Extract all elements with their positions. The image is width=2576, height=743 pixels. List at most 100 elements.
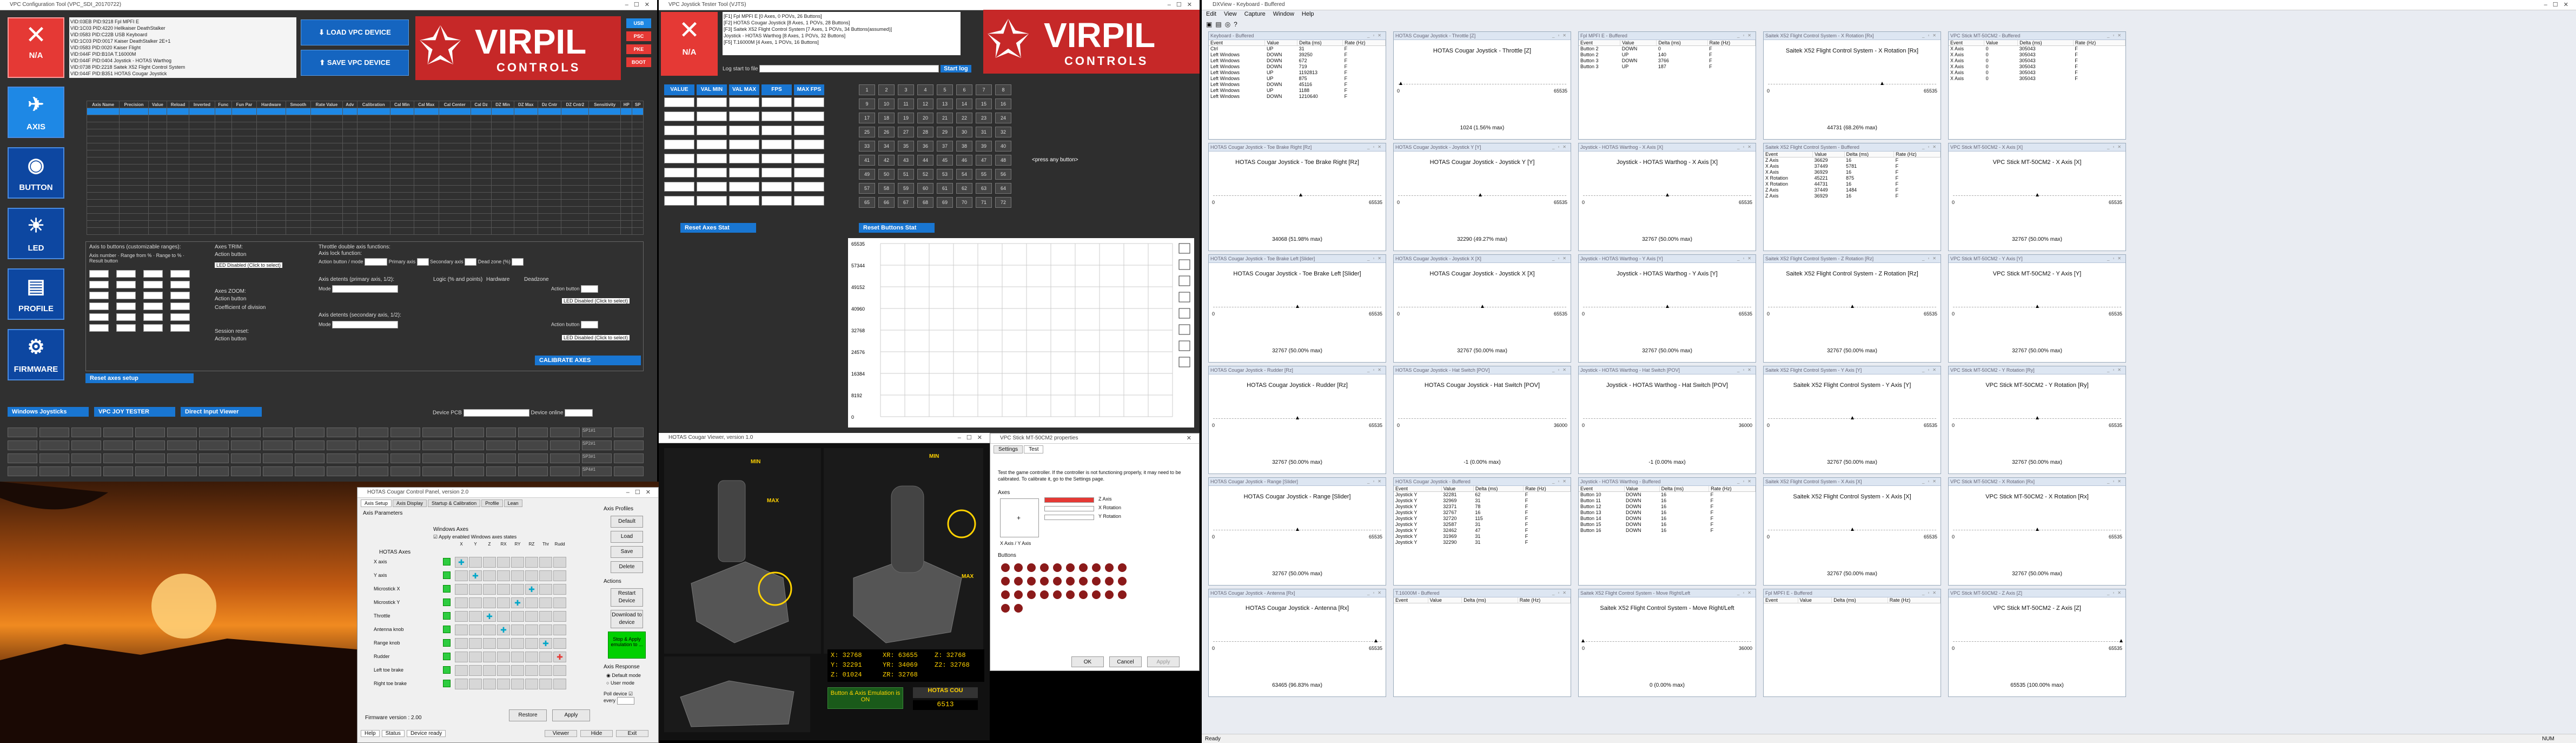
dxview-panel[interactable]: Joystick - HOTAS Warthog - Buffered _▫✕ Ev…: [1578, 477, 1756, 586]
axis-enabled-indicator[interactable]: [443, 585, 451, 593]
axis-map-cell[interactable]: [483, 570, 496, 581]
axis-map-cell[interactable]: [497, 665, 510, 676]
axis-map-cell[interactable]: [455, 584, 468, 595]
tab-profile[interactable]: ▤ PROFILE: [8, 268, 64, 320]
grid-row[interactable]: [86, 192, 644, 200]
axis-map-cell[interactable]: [497, 584, 510, 595]
profile-button-save[interactable]: Save: [611, 546, 643, 558]
grid-row[interactable]: [86, 108, 644, 115]
axis-map-cell[interactable]: [539, 557, 552, 568]
axis-map-cell[interactable]: [455, 638, 468, 649]
panel-tab[interactable]: Startup & Calibration: [428, 499, 481, 507]
range-spinner[interactable]: [170, 303, 190, 310]
axis-map-cell[interactable]: [539, 611, 552, 622]
axis-map-cell[interactable]: [469, 557, 482, 568]
detent-action-field[interactable]: [581, 285, 599, 293]
axis-map-cell[interactable]: [525, 570, 538, 581]
secondary-axis-field[interactable]: [465, 258, 477, 266]
device-list-item[interactable]: VID:03EB PID:9218 Fpl MPFI E: [70, 18, 295, 25]
panel-tab[interactable]: Lean: [504, 499, 522, 507]
range-spinner[interactable]: [143, 292, 163, 299]
properties-tab[interactable]: Settings: [994, 445, 1023, 453]
help-icon[interactable]: ?: [1234, 21, 1241, 28]
detent-mode2-field[interactable]: [332, 321, 399, 328]
panel-window-controls[interactable]: _▫✕: [2107, 255, 2124, 262]
dxview-panel[interactable]: HOTAS Cougar Joystick - Throttle [Z] _▫✕ H…: [1393, 31, 1571, 140]
axis-mapping-grid[interactable]: X Y Z RX RY RZ Thr Rudd X axis ✚ Y axis ✚ Microstick…: [374, 542, 568, 699]
device-line[interactable]: [F3] Saitek X52 Flight Control System [7…: [724, 26, 959, 32]
bottom-button-restore[interactable]: Restore: [509, 709, 547, 721]
axis-map-cell[interactable]: [539, 624, 552, 635]
panel-window-controls[interactable]: _▫✕: [2107, 366, 2124, 374]
panel-window-controls[interactable]: _▫✕: [1922, 255, 1939, 262]
range-spinner[interactable]: [89, 303, 109, 310]
axis-map-cell[interactable]: ✚: [455, 557, 468, 568]
dxview-panel[interactable]: Saitek X52 Flight Control System - Move …: [1578, 589, 1756, 697]
axis-enabled-indicator[interactable]: [443, 653, 451, 660]
load-vpc-device-button[interactable]: ⬇ LOAD VPC DEVICE: [301, 19, 409, 45]
na-button[interactable]: ✕ N/A: [8, 17, 64, 78]
axis-map-cell[interactable]: [525, 679, 538, 689]
panel-window-controls[interactable]: _▫✕: [2107, 32, 2124, 40]
axis-map-cell[interactable]: ✚: [497, 624, 510, 635]
window-controls[interactable]: ✕: [1187, 433, 1197, 443]
grid-row[interactable]: [86, 115, 644, 122]
panel-window-controls[interactable]: _▫✕: [1737, 32, 1754, 40]
dead-zone-field[interactable]: [512, 258, 524, 266]
axis-map-cell[interactable]: [511, 624, 524, 635]
axis-map-cell[interactable]: [483, 638, 496, 649]
axis-map-cell[interactable]: [497, 570, 510, 581]
panel-window-controls[interactable]: _▫✕: [1552, 478, 1570, 485]
axis-enabled-indicator[interactable]: [443, 599, 451, 606]
tab-axis[interactable]: ✈ AXIS: [8, 87, 64, 138]
panel-window-controls[interactable]: _▫✕: [1922, 32, 1939, 40]
axis-map-cell[interactable]: [539, 570, 552, 581]
device-list-item[interactable]: VID:1C03 PID:0017 Kaiser DeathStalker 2E…: [70, 38, 295, 44]
small-button-boot[interactable]: BOOT: [626, 57, 651, 67]
axis-map-cell[interactable]: [483, 597, 496, 608]
reset-buttons-stat-button[interactable]: Reset Buttons Stat: [859, 223, 935, 233]
tab-button[interactable]: ◉ BUTTON: [8, 147, 64, 199]
profile-button-default[interactable]: Default: [611, 516, 643, 528]
default-mode-radio[interactable]: ◉ Default mode: [606, 673, 641, 679]
axis-map-cell[interactable]: [525, 652, 538, 662]
axis-map-cell[interactable]: [511, 665, 524, 676]
mode-field[interactable]: [365, 258, 388, 266]
dxview-panel[interactable]: VPC Stick MT-50CM2 - X Axis [X] _▫✕ VPC St…: [1948, 143, 2126, 251]
dxview-panel[interactable]: HOTAS Cougar Joystick - Toe Brake Right …: [1208, 143, 1386, 251]
grid-row[interactable]: [86, 150, 644, 157]
device-list-item[interactable]: VID:0583 PID:C22B USB Keyboard: [70, 31, 295, 38]
axis-map-cell[interactable]: [511, 638, 524, 649]
range-spinner[interactable]: [170, 313, 190, 321]
axis-map-cell[interactable]: [511, 652, 524, 662]
panel-window-controls[interactable]: _▫✕: [1367, 32, 1385, 40]
device-list-item[interactable]: VID:0583 PID:0020 Kaiser Flight: [70, 44, 295, 51]
dxview-panel[interactable]: HOTAS Cougar Joystick - Rudder [Rz] _▫✕ HO…: [1208, 366, 1386, 474]
dxview-panel[interactable]: T.16000M - Buffered _▫✕ Event Value Delta (m…: [1393, 589, 1571, 697]
dxview-panel[interactable]: Keyboard - Buffered _▫✕ Event Value Delta (m…: [1208, 31, 1386, 140]
axis-enabled-indicator[interactable]: [443, 558, 451, 566]
panel-window-controls[interactable]: _▫✕: [1367, 589, 1385, 597]
range-spinner[interactable]: [89, 292, 109, 299]
device-list[interactable]: VID:03EB PID:9218 Fpl MPFI E VID:1C03 PID…: [69, 17, 296, 78]
panel-window-controls[interactable]: _▫✕: [1922, 478, 1939, 485]
dxview-panel[interactable]: HOTAS Cougar Joystick - Buffered _▫✕ Event…: [1393, 477, 1571, 586]
dxview-panel[interactable]: Saitek X52 Flight Control System - X Axi…: [1763, 477, 1941, 586]
axis-map-cell[interactable]: [483, 665, 496, 676]
profile-button-load[interactable]: Load: [611, 531, 643, 543]
device-list-item[interactable]: VID:044F PID:B10A T.16000M: [70, 51, 295, 57]
axis-map-cell[interactable]: [469, 638, 482, 649]
grid-row[interactable]: [86, 143, 644, 150]
range-spinner[interactable]: [89, 270, 109, 278]
status-tab[interactable]: Help: [361, 730, 380, 737]
dxview-panel[interactable]: HOTAS Cougar Joystick - Toe Brake Left […: [1208, 254, 1386, 363]
led-select-field[interactable]: LED Disabled (Click to select): [215, 262, 283, 268]
device-pcb-field[interactable]: [463, 409, 529, 417]
axis-map-cell[interactable]: [525, 638, 538, 649]
dxview-panel[interactable]: VPC Stick MT-50CM2 - Y Rotation [Ry] _▫✕ V…: [1948, 366, 2126, 474]
detent2-led-field[interactable]: LED Disabled (Click to select): [562, 335, 630, 340]
axis-map-cell[interactable]: [497, 597, 510, 608]
axis-map-cell[interactable]: [455, 597, 468, 608]
axis-map-cell[interactable]: [539, 679, 552, 689]
device-list-item[interactable]: VID:044F PID:B351 HOTAS Cougar Joystick: [70, 70, 295, 77]
